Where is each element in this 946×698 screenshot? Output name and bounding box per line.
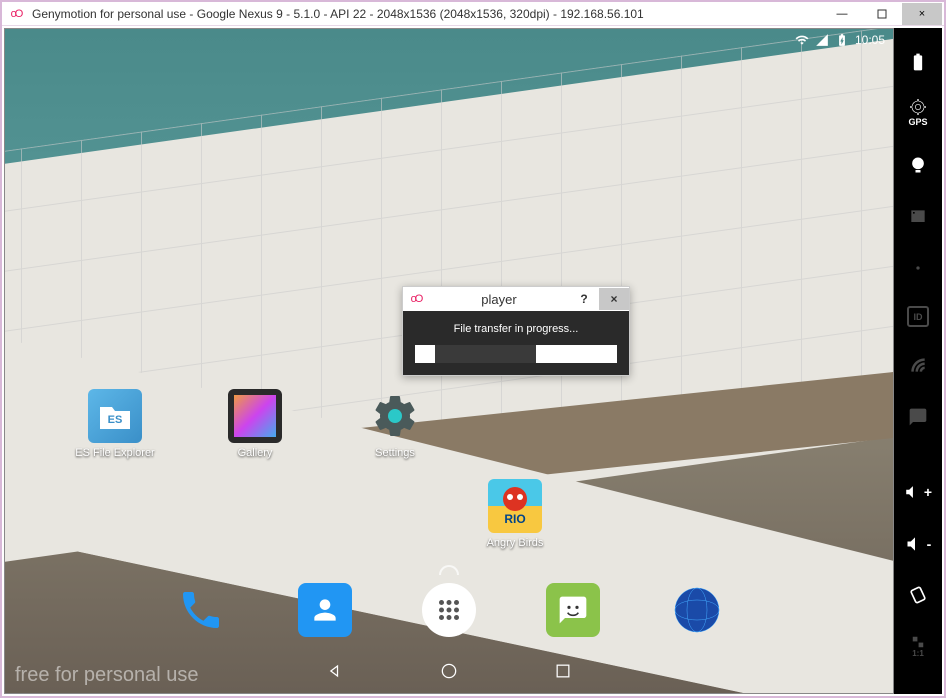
dock-phone[interactable] xyxy=(174,583,228,637)
dialog-message: File transfer in progress... xyxy=(415,323,617,335)
close-button[interactable]: × xyxy=(902,3,942,25)
dock-contacts[interactable] xyxy=(298,583,352,637)
progress-fill xyxy=(435,345,536,363)
sidebar-camera[interactable] xyxy=(904,151,932,178)
angry-birds-icon: RIO xyxy=(488,479,542,533)
titlebar[interactable]: oO Genymotion for personal use - Google … xyxy=(2,2,944,26)
app-settings[interactable]: Settings xyxy=(355,389,435,459)
svg-text:RIO: RIO xyxy=(504,512,525,526)
nav-back-button[interactable] xyxy=(323,659,347,683)
dock xyxy=(5,575,893,645)
file-transfer-dialog: oO player ? × File transfer in progress.… xyxy=(402,286,630,376)
maximize-button[interactable] xyxy=(862,3,902,25)
sidebar-identifiers[interactable]: ID xyxy=(907,306,929,328)
dialog-title: player xyxy=(429,292,569,307)
es-file-explorer-icon: ES xyxy=(88,389,142,443)
settings-icon xyxy=(368,389,422,443)
sidebar-network[interactable] xyxy=(904,351,932,378)
nav-recents-button[interactable] xyxy=(551,659,575,683)
gallery-icon xyxy=(228,389,282,443)
dialog-help-button[interactable]: ? xyxy=(569,288,599,310)
minimize-button[interactable]: — xyxy=(822,3,862,25)
watermark: free for personal use xyxy=(15,664,198,687)
wifi-icon xyxy=(795,33,809,47)
sidebar-volume-down[interactable]: - xyxy=(904,530,932,557)
sidebar-capture[interactable] xyxy=(904,203,932,230)
dialog-close-button[interactable]: × xyxy=(599,288,629,310)
nav-home-button[interactable] xyxy=(437,659,461,683)
progress-bar xyxy=(415,345,617,363)
dialog-titlebar[interactable]: oO player ? × xyxy=(403,287,629,311)
app-angry-birds[interactable]: RIO Angry Birds xyxy=(475,479,555,549)
dock-app-drawer[interactable] xyxy=(422,583,476,637)
battery-charging-icon xyxy=(835,33,849,47)
genymotion-sidebar: GPS ID + - 1:1 xyxy=(894,28,942,694)
main-window: oO Genymotion for personal use - Google … xyxy=(0,0,946,698)
sidebar-scale[interactable]: 1:1 xyxy=(904,633,932,660)
dialog-logo-icon: oO xyxy=(403,293,429,305)
sidebar-remote[interactable] xyxy=(904,254,932,281)
sidebar-rotate[interactable] xyxy=(904,581,932,608)
android-status-bar[interactable]: 10:05 xyxy=(5,29,893,51)
sidebar-volume-up[interactable]: + xyxy=(904,478,932,505)
sidebar-sms[interactable] xyxy=(904,403,932,430)
dock-messages[interactable] xyxy=(546,583,600,637)
sidebar-gps[interactable]: GPS xyxy=(904,99,932,127)
app-logo-icon: oO xyxy=(4,8,28,20)
app-es-file-explorer[interactable]: ES ES File Explorer xyxy=(75,389,155,459)
svg-text:ES: ES xyxy=(108,414,123,426)
signal-icon xyxy=(815,33,829,47)
window-title: Genymotion for personal use - Google Nex… xyxy=(28,7,822,21)
status-time: 10:05 xyxy=(855,33,885,47)
dock-browser[interactable] xyxy=(670,583,724,637)
sidebar-battery[interactable] xyxy=(904,48,932,75)
app-gallery[interactable]: Gallery xyxy=(215,389,295,459)
